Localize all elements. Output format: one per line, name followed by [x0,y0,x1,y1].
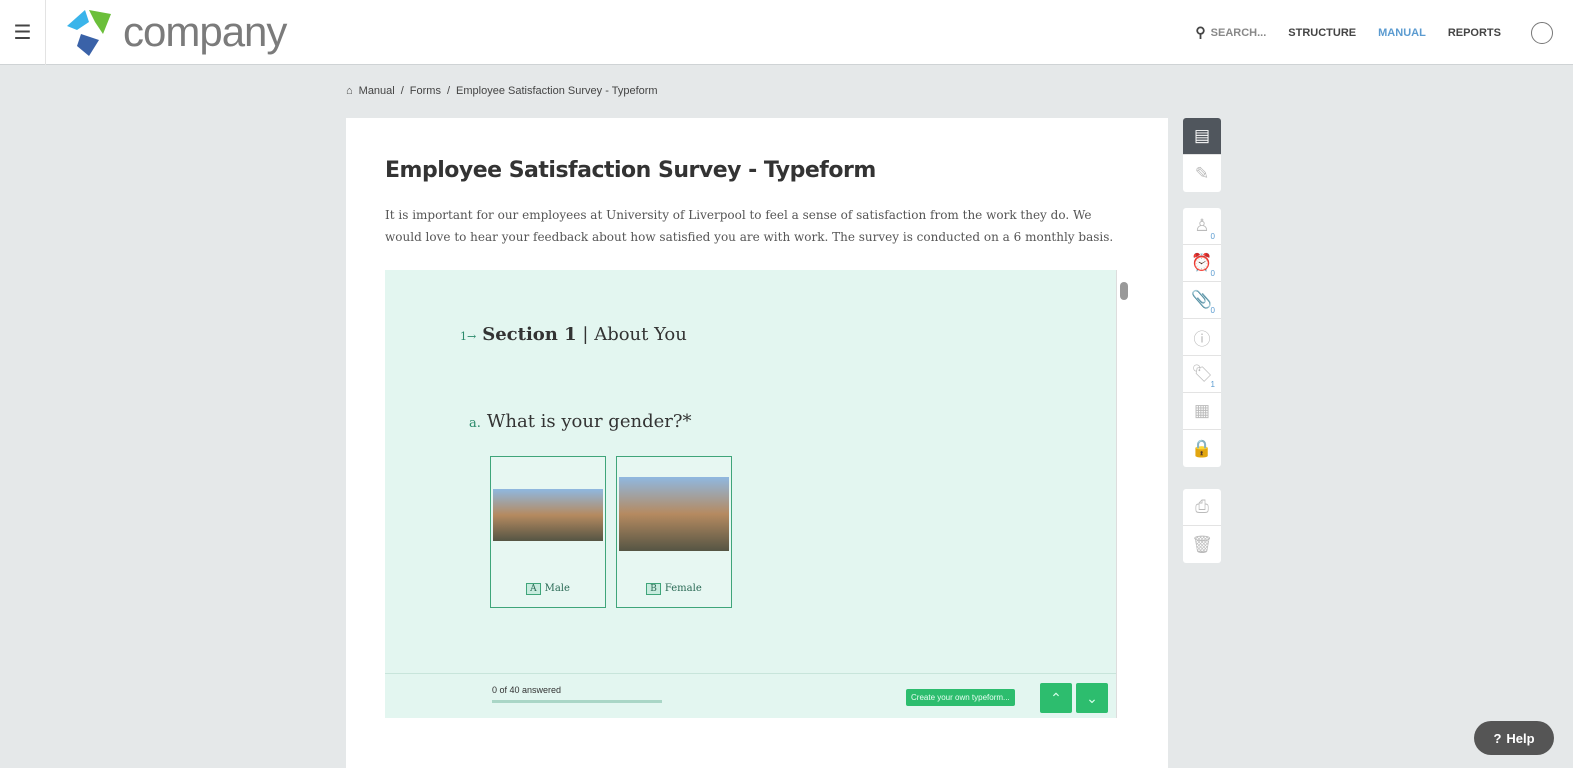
alarm-icon[interactable]: ⏰ 0 [1183,245,1221,282]
breadcrumb: ⌂ Manual / Forms / Employee Satisfaction Surv… [346,85,664,97]
user-icon[interactable]: ♙ 0 [1183,208,1221,245]
content-card: Employee Satisfaction Survey - Typeform … [346,118,1168,768]
brand-name: company [123,8,287,55]
nav-manual[interactable]: MANUAL [1378,27,1426,39]
paperclip-icon[interactable]: 📎 0 [1183,282,1221,319]
crumb-current: Employee Satisfaction Survey - Typeform [456,85,658,97]
scrollbar-thumb[interactable] [1120,282,1128,300]
tags-count: 1 [1210,380,1215,389]
form-footer: 0 of 40 answered Create your own typefor… [385,673,1116,718]
users-count: 0 [1210,232,1215,241]
help-label: Help [1506,730,1535,746]
actions-toolbar: ⎙ 🗑 [1183,489,1221,563]
tag-icon[interactable]: 🏷 1 [1183,356,1221,393]
option-key: A [526,583,541,595]
option-key: B [646,583,661,595]
logo[interactable]: company [63,6,287,58]
section-subtitle: | About You [582,324,687,345]
crumb-sep: / [446,85,451,97]
document-icon[interactable]: ▤ [1183,118,1221,155]
attachments-count: 0 [1210,306,1215,315]
page-description: It is important for our employees at Uni… [385,208,1114,244]
option-female[interactable]: B Female [616,456,732,608]
top-nav: ⚲ SEARCH... STRUCTURE MANUAL REPORTS [1195,0,1553,65]
user-avatar-icon[interactable] [1531,21,1553,44]
option-male[interactable]: A Male [490,456,606,608]
previous-button[interactable]: ⌃ [1040,683,1072,713]
next-button[interactable]: ⌄ [1076,683,1108,713]
crumb-manual[interactable]: Manual [359,85,395,97]
print-icon[interactable]: ⎙ [1183,489,1221,526]
question: a. What is your gender?* [469,411,692,432]
search-icon: ⚲ [1195,24,1206,40]
page-title: Employee Satisfaction Survey - Typeform [385,158,876,183]
calendar-icon[interactable]: ▦ [1183,393,1221,430]
option-label: Female [664,583,702,594]
question-text: What is your gender?* [486,411,692,432]
home-icon: ⌂ [346,85,353,97]
lock-icon[interactable]: 🔒 [1183,430,1221,467]
option-label: Male [544,583,570,594]
option-image [619,477,729,551]
nav-reports[interactable]: REPORTS [1448,27,1501,39]
scrollbar[interactable] [1116,270,1131,718]
progress-text: 0 of 40 answered [492,685,562,695]
section-number: 1→ [460,330,477,343]
section-title: Section 1 [482,324,577,345]
nav-structure[interactable]: STRUCTURE [1288,27,1356,39]
pencil-icon[interactable]: ✎ [1183,155,1221,192]
meta-toolbar: ♙ 0 ⏰ 0 📎 0 ⓘ 🏷 1 ▦ 🔒 [1183,208,1221,467]
crumb-forms[interactable]: Forms [410,85,441,97]
option-image [493,489,603,541]
trash-icon[interactable]: 🗑 [1183,526,1221,563]
logo-icon [67,10,111,56]
top-bar: ☰ company ⚲ SEARCH... STRUCTURE MANUAL RE… [0,0,1573,65]
create-typeform-button[interactable]: Create your own typeform... [906,689,1015,706]
search-button[interactable]: ⚲ SEARCH... [1195,24,1266,41]
view-edit-toolbar: ▤ ✎ [1183,118,1221,192]
typeform-embed: 1→ Section 1 | About You a. What is your g… [385,270,1131,718]
alert-icon[interactable]: ⓘ [1183,319,1221,356]
section-heading: 1→ Section 1 | About You [460,324,687,345]
help-button[interactable]: ? Help [1474,721,1554,755]
help-icon: ? [1493,730,1502,746]
menu-icon[interactable]: ☰ [0,0,46,65]
crumb-sep: / [400,85,404,97]
question-number: a. [469,416,481,431]
reminders-count: 0 [1210,269,1215,278]
progress-bar [492,700,662,703]
